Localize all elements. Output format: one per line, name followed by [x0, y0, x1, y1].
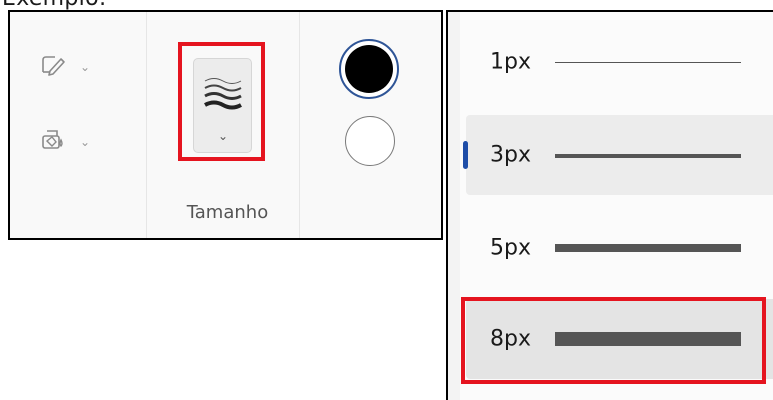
stroke-size-button[interactable]: ⌄	[193, 58, 252, 153]
stroke-preview-line	[555, 332, 741, 346]
size-option-5px[interactable]: 5px	[466, 208, 773, 288]
drawing-toolbar: ⌄ ⌄ ⌄ Tamanho	[8, 10, 443, 240]
stroke-preview-line	[555, 62, 741, 63]
selected-indicator	[463, 141, 468, 169]
size-option-label: 5px	[490, 235, 531, 261]
color-swatch-white[interactable]	[345, 116, 395, 166]
paint-bucket-icon	[40, 127, 66, 157]
fill-style-button[interactable]: ⌄	[40, 127, 90, 157]
pen-outline-icon	[40, 54, 66, 80]
size-group-label: Tamanho	[186, 202, 269, 223]
pen-style-button[interactable]: ⌄	[40, 54, 90, 80]
size-option-label: 1px	[490, 49, 531, 75]
size-option-label: 8px	[490, 326, 531, 352]
toolbar-divider	[146, 12, 147, 238]
chevron-down-icon: ⌄	[80, 135, 91, 149]
black-color-fill	[345, 45, 393, 93]
size-option-label: 3px	[490, 142, 531, 168]
color-swatch-black[interactable]	[339, 39, 399, 99]
stroke-preview-line	[555, 154, 741, 158]
stroke-size-dropdown: 1px 3px 5px 8px	[446, 10, 773, 400]
stroke-width-icon	[204, 78, 242, 110]
size-option-3px[interactable]: 3px	[463, 115, 773, 195]
chevron-down-icon: ⌄	[218, 129, 229, 143]
size-option-8px[interactable]: 8px	[466, 299, 773, 379]
toolbar-divider	[299, 12, 300, 238]
stroke-preview-line	[555, 244, 741, 252]
chevron-down-icon: ⌄	[80, 60, 91, 74]
size-option-1px[interactable]: 1px	[466, 22, 773, 102]
stroke-size-menu: 1px 3px 5px 8px	[460, 12, 773, 400]
